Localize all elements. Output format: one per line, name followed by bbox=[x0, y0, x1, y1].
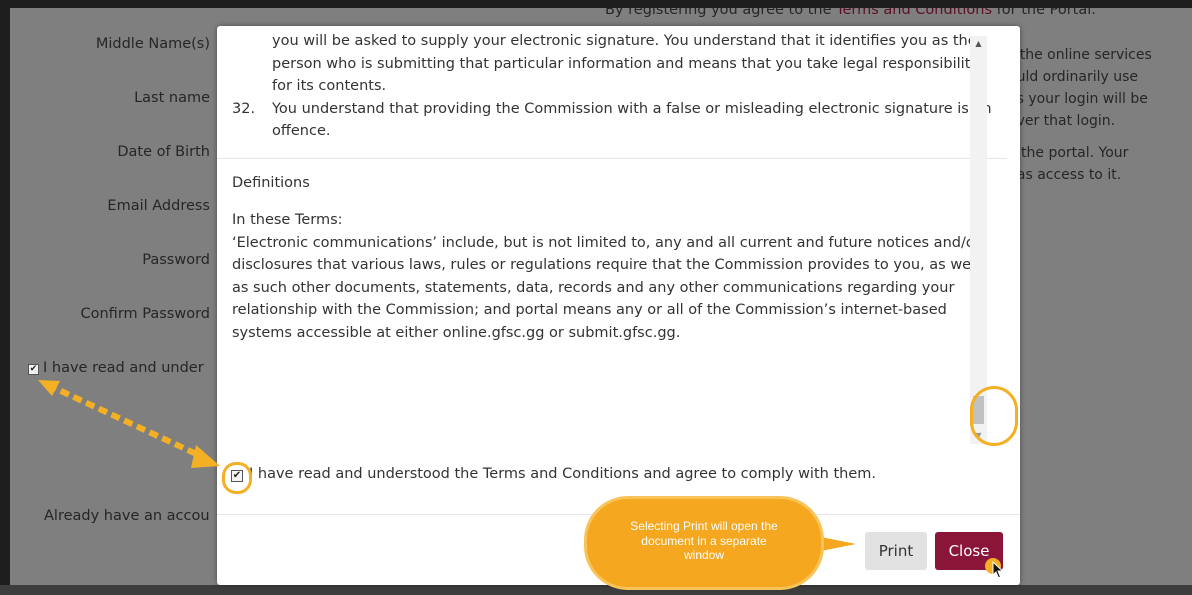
scroll-up-arrow-icon[interactable]: ▲ bbox=[970, 36, 987, 52]
info-line: over that login. bbox=[1008, 113, 1116, 129]
last-name-label: Last name bbox=[134, 90, 210, 106]
info-line-spacer bbox=[1008, 132, 1192, 142]
info-line: o the portal. Your bbox=[1008, 145, 1129, 161]
confirm-password-label: Confirm Password bbox=[80, 306, 211, 322]
checkbox-highlight-ring bbox=[222, 462, 252, 494]
terms-notice-suffix: for the Portal. bbox=[992, 8, 1096, 18]
section-divider bbox=[217, 157, 1007, 159]
background-agree-label: I have read and under bbox=[43, 360, 204, 376]
clause-31-text: you will be asked to supply your electro… bbox=[272, 33, 979, 94]
info-line: ould ordinarily use bbox=[1008, 69, 1139, 85]
definitions-intro: In these Terms: bbox=[232, 212, 343, 228]
mouse-cursor-icon bbox=[992, 561, 1004, 579]
agree-row: ✔ I have read and understood the Terms an… bbox=[231, 466, 876, 482]
terms-scroll-area[interactable]: you will be asked to supply your electro… bbox=[217, 26, 1020, 471]
middle-name-label: Middle Name(s) bbox=[95, 36, 210, 52]
terms-notice: By registering you agree to the Terms an… bbox=[605, 8, 1165, 18]
scrollbar-highlight-ring bbox=[970, 386, 1018, 446]
clause-32: 32. You understand that providing the Co… bbox=[232, 98, 992, 143]
clause-number: 32. bbox=[232, 100, 256, 117]
password-label: Password bbox=[142, 252, 210, 268]
definitions-heading: Definitions bbox=[232, 174, 310, 191]
background-agree-row: ✔ I have read and under bbox=[28, 360, 204, 376]
clause-32-text: You understand that providing the Commis… bbox=[272, 100, 992, 140]
terms-notice-prefix: By registering you agree to the bbox=[605, 8, 837, 18]
form-labels: Middle Name(s) Last name Date of Birth E… bbox=[10, 8, 211, 585]
terms-scrollbar[interactable]: ▲ ▼ bbox=[970, 36, 987, 444]
info-line: as your login will be bbox=[1008, 91, 1148, 107]
info-line: s the online services bbox=[1008, 47, 1152, 63]
definitions-body: ‘Electronic communications’ include, but… bbox=[232, 234, 981, 341]
print-button[interactable]: Print bbox=[865, 532, 927, 570]
clause-31-continued: you will be asked to supply your electro… bbox=[232, 30, 992, 98]
agree-checkbox-label: I have read and understood the Terms and… bbox=[249, 466, 876, 482]
terms-content: you will be asked to supply your electro… bbox=[217, 30, 1007, 344]
tooltip-text: Selecting Print will open the document i… bbox=[630, 519, 778, 562]
email-address-label: Email Address bbox=[107, 198, 210, 214]
bottom-bar bbox=[0, 585, 1192, 595]
already-have-account-text: Already have an accou bbox=[44, 508, 210, 524]
info-line: has access to it. bbox=[1008, 167, 1122, 183]
terms-link[interactable]: Terms and Conditions bbox=[836, 8, 992, 18]
date-of-birth-label: Date of Birth bbox=[117, 144, 210, 160]
info-text-right: s the online services ould ordinarily us… bbox=[1008, 44, 1192, 186]
background-agree-checkbox[interactable]: ✔ bbox=[28, 364, 39, 375]
print-tooltip: Selecting Print will open the document i… bbox=[584, 496, 824, 590]
